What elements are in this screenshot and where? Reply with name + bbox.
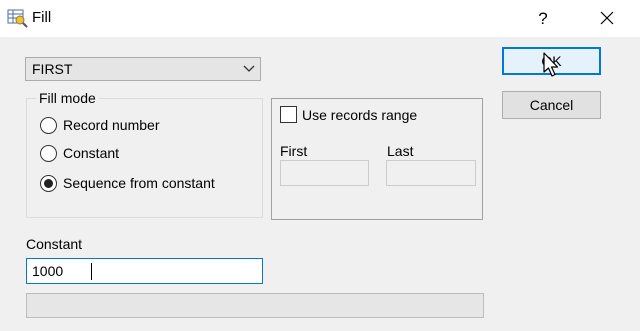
radio-record-number-circle[interactable]: [40, 116, 57, 134]
table-fill-app-icon: [7, 9, 28, 28]
last-field[interactable]: [386, 160, 476, 186]
fill-mode-legend: Fill mode: [36, 90, 99, 106]
constant-input[interactable]: 1000: [26, 258, 263, 284]
radio-constant-label: Constant: [63, 145, 120, 161]
last-label: Last: [387, 143, 414, 159]
field-select[interactable]: FIRST: [25, 57, 261, 81]
radio-constant-circle[interactable]: [40, 144, 57, 162]
radio-record-number[interactable]: Record number: [40, 115, 160, 135]
cancel-button[interactable]: Cancel: [502, 91, 601, 119]
radio-sequence-from-constant[interactable]: Sequence from constant: [40, 173, 215, 193]
first-label: First: [280, 143, 308, 159]
use-records-range-checkbox[interactable]: Use records range: [280, 106, 417, 123]
mouse-cursor-icon: [543, 52, 559, 77]
use-records-range-box[interactable]: [280, 106, 297, 123]
help-button[interactable]: ?: [520, 0, 566, 37]
use-records-range-label: Use records range: [302, 106, 418, 123]
title-bar: Fill ?: [0, 0, 640, 37]
chevron-down-icon: [243, 65, 255, 72]
fill-dialog: Fill ? FIRST Fill mode Record number Con…: [0, 0, 640, 331]
radio-sequence-from-constant-label: Sequence from constant: [63, 175, 215, 191]
close-icon: [600, 11, 614, 25]
constant-value: 1000: [32, 263, 64, 279]
constant-label: Constant: [26, 236, 83, 252]
radio-constant[interactable]: Constant: [40, 143, 119, 163]
radio-sequence-from-constant-circle[interactable]: [40, 174, 57, 192]
progress-bar: [26, 293, 484, 318]
first-field[interactable]: [280, 160, 369, 186]
field-select-value: FIRST: [32, 61, 73, 77]
text-caret: [91, 263, 92, 280]
close-button[interactable]: [584, 0, 630, 37]
window-title: Fill: [32, 9, 52, 26]
radio-record-number-label: Record number: [63, 117, 160, 133]
